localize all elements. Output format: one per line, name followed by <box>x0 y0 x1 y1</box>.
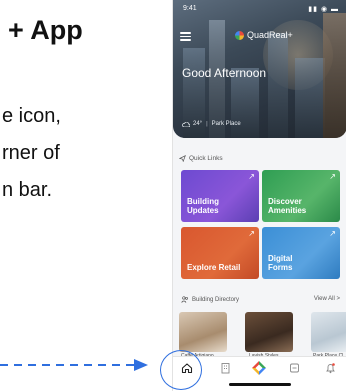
quick-links-label: Quick Links <box>189 155 223 162</box>
arrow-up-right-icon: ↗ <box>248 172 255 181</box>
tile-explore-retail[interactable]: ↗ Explore Retail <box>181 227 259 279</box>
slide-text-line: n bar. <box>2 179 53 201</box>
status-icons: ▮▮ ◉ ▬ <box>308 6 339 13</box>
directory-card[interactable] <box>179 312 227 352</box>
phone-screen: 9:41 ▮▮ ◉ ▬ QuadReal+ Good Afternoon 24°… <box>172 0 346 391</box>
pointer-arrow <box>0 359 148 371</box>
cloud-icon <box>182 121 190 127</box>
tile-digital-forms[interactable]: ↗ Digital Forms <box>262 227 340 279</box>
location-name[interactable]: Park Place <box>212 121 241 127</box>
tile-discover-amenities[interactable]: ↗ Discover Amenities <box>262 170 340 222</box>
slide-title: + App <box>8 15 83 45</box>
tile-label: Building Updates <box>187 196 219 215</box>
building-directory-header: Building Directory <box>181 296 239 303</box>
bell-icon[interactable] <box>325 362 336 374</box>
tile-building-updates[interactable]: ↗ Building Updates <box>181 170 259 222</box>
arrow-up-right-icon: ↗ <box>329 229 336 238</box>
tile-label: Explore Retail <box>187 262 241 272</box>
skyline-building <box>323 13 346 138</box>
slide-text-line: rner of <box>2 142 60 164</box>
greeting-text: Good Afternoon <box>182 66 267 80</box>
separator: | <box>206 121 208 127</box>
directory-card[interactable] <box>311 312 346 352</box>
tools-icon[interactable] <box>289 362 300 374</box>
directory-card[interactable] <box>245 312 293 352</box>
hamburger-menu-icon[interactable] <box>180 32 191 41</box>
home-indicator[interactable] <box>229 383 291 386</box>
tile-label: Digital Forms <box>268 253 293 272</box>
view-all-link[interactable]: View All > <box>314 296 340 302</box>
tile-label: Discover Amenities <box>268 196 307 215</box>
send-icon <box>179 155 186 162</box>
arrow-up-right-icon: ↗ <box>248 229 255 238</box>
app-logo-icon <box>235 30 244 40</box>
app-logo-icon[interactable] <box>251 360 267 376</box>
building-directory-label: Building Directory <box>192 296 240 303</box>
hero-banner: 9:41 ▮▮ ◉ ▬ QuadReal+ Good Afternoon 24°… <box>173 0 346 138</box>
people-icon <box>181 296 188 303</box>
weather-location: 24° | Park Place <box>182 121 241 127</box>
skyline-building <box>295 58 325 138</box>
status-time: 9:41 <box>183 5 197 12</box>
slide-text-panel: + App e icon, rner of n bar. <box>0 0 165 260</box>
temperature: 24° <box>193 121 203 127</box>
quick-links-header: Quick Links <box>179 155 223 162</box>
home-icon-highlight-circle <box>160 350 202 390</box>
skyline-building <box>268 33 288 138</box>
app-logo: QuadReal+ <box>235 30 293 40</box>
building-icon[interactable] <box>220 362 231 374</box>
app-logo-text: QuadReal+ <box>247 30 293 40</box>
arrow-up-right-icon: ↗ <box>329 172 336 181</box>
slide-text-line: e icon, <box>2 105 61 127</box>
